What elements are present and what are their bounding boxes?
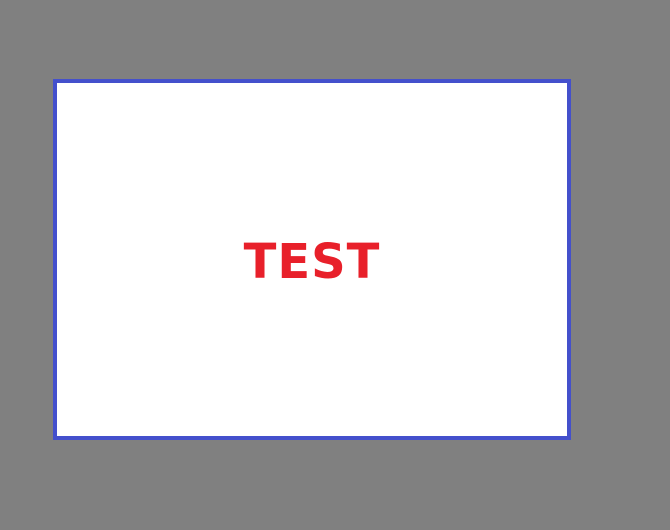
canvas-background: { "panel": { "label": "TEST" }, "colors"… xyxy=(0,0,670,530)
test-label: TEST xyxy=(243,234,381,290)
test-panel: TEST xyxy=(53,79,571,440)
